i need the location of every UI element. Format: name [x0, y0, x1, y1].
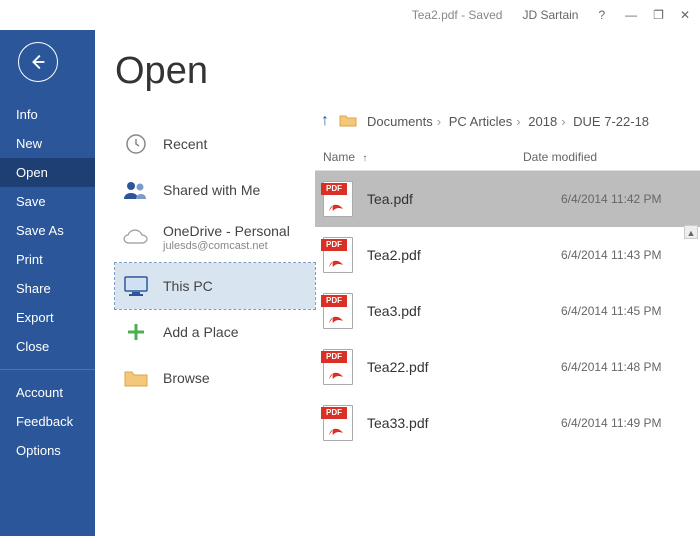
- computer-icon: [123, 273, 149, 299]
- scroll-up-button[interactable]: ▲: [684, 225, 698, 239]
- back-arrow-icon: [27, 51, 49, 73]
- file-date: 6/4/2014 11:48 PM: [561, 360, 662, 374]
- nav-close[interactable]: Close: [0, 332, 95, 361]
- nav-print[interactable]: Print: [0, 245, 95, 274]
- nav-feedback[interactable]: Feedback: [0, 407, 95, 436]
- file-date: 6/4/2014 11:49 PM: [561, 416, 662, 430]
- backstage-sidebar: Info New Open Save Save As Print Share E…: [0, 30, 95, 536]
- sort-asc-icon: ↑: [362, 153, 367, 164]
- file-row[interactable]: PDF Tea3.pdf 6/4/2014 11:45 PM: [315, 283, 700, 339]
- onedrive-icon: [123, 225, 149, 251]
- up-arrow-icon[interactable]: ↑: [321, 112, 329, 130]
- onedrive-email: julesds@comcast.net: [163, 240, 290, 253]
- file-list: PDF Tea.pdf 6/4/2014 11:42 PM PDF Tea2.p…: [315, 171, 700, 451]
- help-button[interactable]: ?: [598, 8, 605, 22]
- column-date[interactable]: Date modified: [523, 150, 597, 164]
- column-name[interactable]: Name: [323, 150, 355, 164]
- nav-save[interactable]: Save: [0, 187, 95, 216]
- document-title: Tea2.pdf - Saved: [412, 8, 503, 22]
- breadcrumb-segment[interactable]: PC Articles: [449, 114, 513, 129]
- file-name: Tea3.pdf: [367, 303, 547, 319]
- nav-open[interactable]: Open: [0, 158, 95, 187]
- column-headers: Name ↑ Date modified: [315, 146, 700, 171]
- nav-export[interactable]: Export: [0, 303, 95, 332]
- file-name: Tea22.pdf: [367, 359, 547, 375]
- location-label: This PC: [163, 278, 213, 295]
- file-row[interactable]: PDF Tea22.pdf 6/4/2014 11:48 PM: [315, 339, 700, 395]
- minimize-button[interactable]: —: [625, 8, 637, 22]
- breadcrumb-segment[interactable]: Documents: [367, 114, 433, 129]
- location-label: OneDrive - Personal: [163, 223, 290, 240]
- file-date: 6/4/2014 11:42 PM: [561, 192, 662, 206]
- pdf-icon: PDF: [323, 237, 353, 273]
- location-browse[interactable]: Browse: [115, 355, 315, 401]
- scrollbar[interactable]: ▲: [684, 225, 698, 525]
- back-button[interactable]: [18, 42, 58, 82]
- user-name: JD Sartain: [522, 8, 578, 22]
- breadcrumb-segment[interactable]: 2018: [528, 114, 557, 129]
- nav-info[interactable]: Info: [0, 100, 95, 129]
- pdf-icon: PDF: [323, 405, 353, 441]
- file-row[interactable]: PDF Tea33.pdf 6/4/2014 11:49 PM: [315, 395, 700, 451]
- pdf-icon: PDF: [323, 181, 353, 217]
- file-row[interactable]: PDF Tea2.pdf 6/4/2014 11:43 PM: [315, 227, 700, 283]
- location-this-pc[interactable]: This PC: [115, 263, 315, 309]
- location-label: Shared with Me: [163, 182, 260, 199]
- restore-button[interactable]: ❐: [653, 8, 664, 22]
- folder-icon: [123, 365, 149, 391]
- breadcrumb: ↑ Documents› PC Articles› 2018› DUE 7-22…: [315, 112, 700, 130]
- file-name: Tea33.pdf: [367, 415, 547, 431]
- location-label: Add a Place: [163, 324, 239, 341]
- nav-share[interactable]: Share: [0, 274, 95, 303]
- location-recent[interactable]: Recent: [115, 121, 315, 167]
- location-add-place[interactable]: Add a Place: [115, 309, 315, 355]
- page-title: Open: [115, 50, 315, 93]
- sidebar-divider: [0, 369, 95, 370]
- plus-icon: [123, 319, 149, 345]
- location-label: Recent: [163, 136, 207, 153]
- pdf-icon: PDF: [323, 293, 353, 329]
- pdf-icon: PDF: [323, 349, 353, 385]
- file-date: 6/4/2014 11:43 PM: [561, 248, 662, 262]
- clock-icon: [123, 131, 149, 157]
- nav-save-as[interactable]: Save As: [0, 216, 95, 245]
- location-shared[interactable]: Shared with Me: [115, 167, 315, 213]
- people-icon: [123, 177, 149, 203]
- nav-options[interactable]: Options: [0, 436, 95, 465]
- file-row[interactable]: PDF Tea.pdf 6/4/2014 11:42 PM: [315, 171, 700, 227]
- breadcrumb-segment[interactable]: DUE 7-22-18: [573, 114, 649, 129]
- close-button[interactable]: ✕: [680, 8, 690, 22]
- file-date: 6/4/2014 11:45 PM: [561, 304, 662, 318]
- nav-account[interactable]: Account: [0, 378, 95, 407]
- location-onedrive[interactable]: OneDrive - Personal julesds@comcast.net: [115, 213, 315, 263]
- nav-new[interactable]: New: [0, 129, 95, 158]
- location-label: Browse: [163, 370, 210, 387]
- file-name: Tea.pdf: [367, 191, 547, 207]
- folder-icon: [339, 113, 357, 130]
- file-name: Tea2.pdf: [367, 247, 547, 263]
